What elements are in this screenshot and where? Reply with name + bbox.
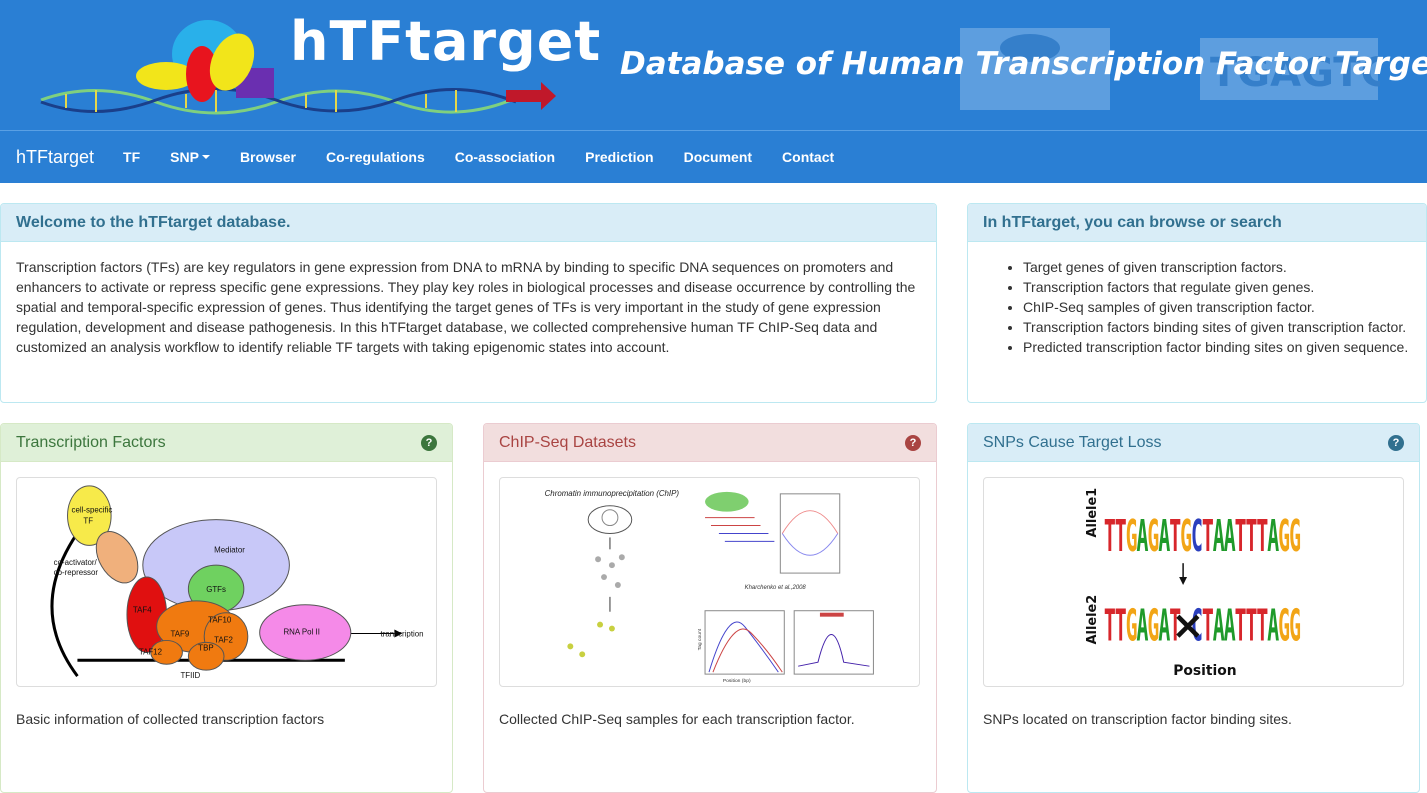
- label-mediator: Mediator: [214, 545, 245, 554]
- browse-panel-heading: In hTFtarget, you can browse or search: [968, 204, 1426, 242]
- help-icon[interactable]: ?: [905, 434, 921, 451]
- allele1-logo: TTGAGATGCTAATTTAGG: [1104, 511, 1301, 561]
- nav-item-contact[interactable]: Contact: [767, 149, 849, 165]
- main-navbar: hTFtarget TF SNP Browser Co-regulations …: [0, 130, 1427, 183]
- card-title: SNPs Cause Target Loss: [983, 433, 1162, 451]
- logo-letter: G: [1289, 600, 1301, 650]
- nav-item-prediction[interactable]: Prediction: [570, 149, 668, 165]
- card-title: ChIP-Seq Datasets: [499, 433, 636, 451]
- nav-item-tf[interactable]: TF: [108, 149, 155, 165]
- list-item: Predicted transcription factor binding s…: [1023, 337, 1411, 357]
- label-taf12: TAF12: [139, 647, 162, 656]
- card-transcription-factors: Transcription Factors ? cell-specific TF…: [0, 423, 453, 793]
- nav-label: Document: [683, 149, 753, 165]
- sequence-logo-icon: Allele1 Allele2 Position TTGAGATGCTAATTT…: [1085, 488, 1301, 679]
- label-taf10: TAF10: [208, 616, 232, 625]
- card-caption: Basic information of collected transcrip…: [16, 711, 325, 727]
- label-position: Position (bp): [723, 678, 751, 684]
- nav-label: Browser: [239, 149, 296, 165]
- label-allele2: Allele2: [1085, 595, 1100, 645]
- help-icon[interactable]: ?: [421, 434, 437, 451]
- label-taf2: TAF2: [214, 635, 233, 644]
- label-cell-specific: cell-specific: [71, 506, 112, 515]
- welcome-body: Transcription factors (TFs) are key regu…: [16, 259, 916, 355]
- card-snps-target-loss: SNPs Cause Target Loss ? Allele1 Allele2…: [967, 423, 1420, 793]
- label-position-axis: Position: [1173, 663, 1236, 679]
- nav-label: SNP: [170, 149, 199, 165]
- label-chip-title: Chromatin immunoprecipitation (ChIP): [545, 489, 680, 498]
- chip-seq-workflow-icon: Chromatin immunoprecipitation (ChIP) Kha…: [545, 489, 874, 684]
- feature-list: Target genes of given transcription fact…: [983, 257, 1411, 357]
- chip-seq-image[interactable]: Chromatin immunoprecipitation (ChIP) Kha…: [499, 477, 920, 687]
- nav-label: Co-association: [454, 149, 556, 165]
- browse-title: In hTFtarget, you can browse or search: [983, 213, 1282, 231]
- nav-item-document[interactable]: Document: [669, 149, 767, 165]
- list-item: ChIP-Seq samples of given transcription …: [1023, 297, 1411, 317]
- nav-label: TF: [123, 149, 141, 165]
- card-caption: Collected ChIP-Seq samples for each tran…: [499, 711, 855, 727]
- list-item: Transcription factors that regulate give…: [1023, 277, 1411, 297]
- card-heading: SNPs Cause Target Loss ?: [968, 424, 1419, 462]
- label-kharchenko: Kharchenko et al.,2008: [745, 585, 807, 591]
- label-gtfs: GTFs: [206, 585, 226, 594]
- help-icon[interactable]: ?: [1388, 434, 1404, 451]
- tf-complex-diagram-icon: cell-specific TF co-activator/ co-repres…: [50, 485, 424, 680]
- logo-letter: G: [1289, 511, 1301, 561]
- label-allele1: Allele1: [1085, 488, 1100, 538]
- list-item: Transcription factors binding sites of g…: [1023, 317, 1411, 337]
- card-title: Transcription Factors: [16, 433, 166, 451]
- label-taf4: TAF4: [133, 606, 152, 615]
- label-transcription: transcription: [381, 629, 424, 638]
- svg-text:×: ×: [1171, 602, 1204, 648]
- nav-item-co-association[interactable]: Co-association: [440, 149, 570, 165]
- label-tfiid: TFIID: [180, 671, 200, 680]
- card-heading: ChIP-Seq Datasets ?: [484, 424, 936, 462]
- logo-title: hTFtarget: [290, 10, 602, 73]
- label-tag-count: Tag count: [697, 628, 703, 650]
- header-banner: hTFtarget TGAGTGA Database of Human Tran…: [0, 0, 1427, 130]
- browse-panel: In hTFtarget, you can browse or search T…: [967, 203, 1427, 403]
- banner-tagline: Database of Human Transcription Factor T…: [620, 46, 1427, 82]
- label-corepressor: co-repressor: [54, 568, 99, 577]
- tf-complex-image[interactable]: cell-specific TF co-activator/ co-repres…: [16, 477, 437, 687]
- card-body: Allele1 Allele2 Position TTGAGATGCTAATTT…: [968, 462, 1419, 744]
- nav-label: Prediction: [585, 149, 654, 165]
- label-tbp: TBP: [198, 643, 213, 652]
- label-tf: TF: [83, 517, 93, 526]
- snp-logo-image[interactable]: Allele1 Allele2 Position TTGAGATGCTAATTT…: [983, 477, 1404, 687]
- nav-label: Contact: [782, 149, 835, 165]
- nav-item-browser[interactable]: Browser: [225, 149, 311, 165]
- card-body: cell-specific TF co-activator/ co-repres…: [1, 462, 452, 744]
- nav-item-snp[interactable]: SNP: [155, 149, 225, 165]
- card-chip-seq-datasets: ChIP-Seq Datasets ? Chromatin immunoprec…: [483, 423, 937, 793]
- label-coactivator: co-activator/: [54, 558, 98, 567]
- nav-brand[interactable]: hTFtarget: [16, 147, 94, 168]
- welcome-panel-heading: Welcome to the hTFtarget database.: [1, 204, 936, 242]
- list-item: Target genes of given transcription fact…: [1023, 257, 1411, 277]
- welcome-title: Welcome to the hTFtarget database.: [16, 213, 291, 231]
- browse-body: Target genes of given transcription fact…: [968, 242, 1426, 372]
- card-caption: SNPs located on transcription factor bin…: [983, 711, 1292, 727]
- caret-down-icon: [201, 155, 210, 159]
- card-heading: Transcription Factors ?: [1, 424, 452, 462]
- nav-label: Co-regulations: [325, 149, 425, 165]
- label-rna-pol-ii: RNA Pol II: [283, 627, 319, 636]
- label-taf9: TAF9: [171, 629, 190, 638]
- nav-item-co-regulations[interactable]: Co-regulations: [311, 149, 440, 165]
- welcome-panel: Welcome to the hTFtarget database. Trans…: [0, 203, 937, 403]
- card-body: Chromatin immunoprecipitation (ChIP) Kha…: [484, 462, 936, 744]
- mutation-mark: ×: [1171, 602, 1204, 648]
